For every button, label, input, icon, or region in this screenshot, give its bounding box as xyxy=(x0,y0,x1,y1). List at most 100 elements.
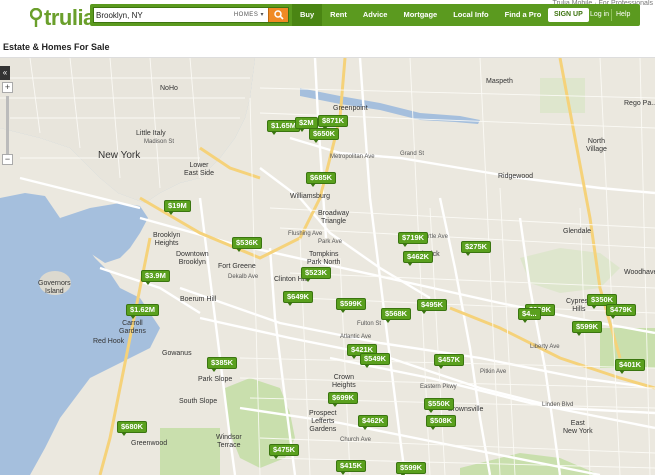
label-brooklyn-heights: Brooklyn Heights xyxy=(153,232,181,247)
label-north-village: North Village xyxy=(586,138,607,153)
label-grand-st: Grand St xyxy=(400,151,425,157)
price-marker[interactable]: $1.62M xyxy=(126,304,160,319)
label-tompkins-park-north: Tompkins Park North xyxy=(307,251,341,266)
label-noho: NoHo xyxy=(160,85,178,92)
navbar: HOMES ▾ Buy Rent Advice Mortgage Local I… xyxy=(90,4,640,26)
nav-menu: Buy Rent Advice Mortgage Local Info Find… xyxy=(292,4,549,26)
label-glendale: Glendale xyxy=(563,228,592,235)
label-prospect-lefferts: Prospect Lefferts Gardens xyxy=(309,410,337,433)
search-box: HOMES ▾ xyxy=(93,7,289,23)
search-button[interactable] xyxy=(268,8,288,22)
nav-separator xyxy=(611,9,612,21)
map[interactable]: NoHo Little Italy New York Lower East Si… xyxy=(0,58,655,475)
label-fulton-st: Fulton St xyxy=(357,321,382,327)
price-marker[interactable]: $4... xyxy=(518,308,541,323)
label-crown-heights: Crown Heights xyxy=(332,374,356,389)
label-linden-blvd: Linden Blvd xyxy=(542,402,574,408)
price-marker[interactable]: $3.9M xyxy=(141,270,170,285)
label-greenpoint: Greenpoint xyxy=(333,105,368,112)
price-marker[interactable]: $523K xyxy=(301,267,332,282)
price-marker[interactable]: $275K xyxy=(461,241,492,256)
label-dekalb-ave: Dekalb Ave xyxy=(228,274,259,280)
price-marker[interactable]: $549K xyxy=(360,353,391,368)
price-marker[interactable]: $536K xyxy=(232,237,263,252)
login-link[interactable]: Log in xyxy=(590,4,609,26)
nav-rent[interactable]: Rent xyxy=(322,4,355,26)
price-marker[interactable]: $649K xyxy=(283,291,314,306)
label-governors-island: Governors Island xyxy=(38,280,71,295)
label-liberty-ave: Liberty Ave xyxy=(530,344,560,350)
label-carroll-gardens: Carroll Gardens xyxy=(119,320,146,335)
page-title: Estate & Homes For Sale xyxy=(3,42,110,52)
price-marker[interactable]: $415K xyxy=(336,460,367,475)
price-marker[interactable]: $685K xyxy=(306,172,337,187)
price-marker[interactable]: $475K xyxy=(269,444,300,459)
price-marker[interactable]: $599K xyxy=(572,321,603,336)
label-south-slope: South Slope xyxy=(179,398,218,405)
label-metropolitan-ave: Metropolitan Ave xyxy=(330,154,375,160)
price-marker[interactable]: $650K xyxy=(309,128,340,143)
label-little-italy: Little Italy xyxy=(136,130,166,137)
label-church-ave: Church Ave xyxy=(340,437,371,443)
label-madison-st: Madison St xyxy=(144,139,175,145)
title-bar: Estate & Homes For Sale xyxy=(0,36,655,58)
nav-mortgage[interactable]: Mortgage xyxy=(395,4,445,26)
label-pitkin-ave: Pitkin Ave xyxy=(480,369,507,375)
label-maspeth: Maspeth xyxy=(486,78,513,85)
logo-text: trulia xyxy=(44,5,95,30)
price-marker[interactable]: $462K xyxy=(358,415,389,430)
price-marker[interactable]: $680K xyxy=(117,421,148,436)
label-red-hook: Red Hook xyxy=(93,338,125,345)
label-gowanus: Gowanus xyxy=(162,350,192,357)
label-lower-east-side: Lower East Side xyxy=(184,162,214,177)
price-marker[interactable]: $457K xyxy=(434,354,465,369)
price-marker[interactable]: $401K xyxy=(615,359,646,374)
nav-find-a-pro[interactable]: Find a Pro xyxy=(497,4,550,26)
label-fort-greene: Fort Greene xyxy=(218,263,256,270)
header: Trulia Mobile · For Professionals trulia… xyxy=(0,0,655,36)
map-pin-icon xyxy=(30,8,42,27)
price-marker[interactable]: $495K xyxy=(417,299,448,314)
price-marker[interactable]: $550K xyxy=(424,398,455,413)
price-marker[interactable]: $19M xyxy=(164,200,191,215)
price-marker[interactable]: $699K xyxy=(328,392,359,407)
label-woodhaven: Woodhaven xyxy=(624,269,655,276)
price-marker[interactable]: $719K xyxy=(398,232,429,247)
label-rego-park: Rego Pa... xyxy=(624,100,655,107)
label-windsor-terrace: Windsor Terrace xyxy=(216,434,242,449)
label-eastern-pkwy: Eastern Pkwy xyxy=(420,384,457,390)
zoom-in-button[interactable]: + xyxy=(2,82,13,93)
price-marker[interactable]: $462K xyxy=(403,251,434,266)
label-atlantic-ave: Atlantic Ave xyxy=(340,334,372,340)
label-park-slope: Park Slope xyxy=(198,376,233,383)
label-downtown-brooklyn: Downtown Brooklyn xyxy=(176,251,209,266)
label-east-new-york: East New York xyxy=(563,420,593,435)
label-broadway-triangle: Broadway Triangle xyxy=(318,210,350,225)
trulia-logo[interactable]: trulia xyxy=(30,4,95,32)
search-type-dropdown[interactable]: HOMES ▾ xyxy=(234,11,264,18)
label-williamsburg: Williamsburg xyxy=(290,193,331,200)
zoom-slider-track[interactable] xyxy=(6,96,9,156)
search-icon xyxy=(273,10,284,20)
nav-advice[interactable]: Advice xyxy=(355,4,396,26)
price-marker[interactable]: $479K xyxy=(606,304,637,319)
price-marker[interactable]: $871K xyxy=(318,115,349,130)
nav-local-info[interactable]: Local Info xyxy=(445,4,496,26)
price-marker[interactable]: $508K xyxy=(426,415,457,430)
price-marker[interactable]: $385K xyxy=(207,357,238,372)
help-link[interactable]: Help xyxy=(616,4,630,26)
label-greenwood: Greenwood xyxy=(131,440,168,447)
search-input[interactable] xyxy=(96,9,226,21)
label-flushing-ave: Flushing Ave xyxy=(288,231,323,237)
price-marker[interactable]: $568K xyxy=(381,308,412,323)
label-new-york: New York xyxy=(98,150,141,161)
label-ridgewood: Ridgewood xyxy=(498,173,534,180)
signup-button[interactable]: SIGN UP xyxy=(548,8,589,22)
price-marker[interactable]: $599K xyxy=(396,462,427,475)
nav-buy[interactable]: Buy xyxy=(292,4,323,26)
price-marker[interactable]: $599K xyxy=(336,298,367,313)
label-boerum-hill: Boerum Hill xyxy=(180,296,217,303)
collapse-panel-button[interactable]: « xyxy=(0,66,10,80)
zoom-out-button[interactable]: − xyxy=(2,154,13,165)
label-park-ave: Park Ave xyxy=(318,239,342,245)
